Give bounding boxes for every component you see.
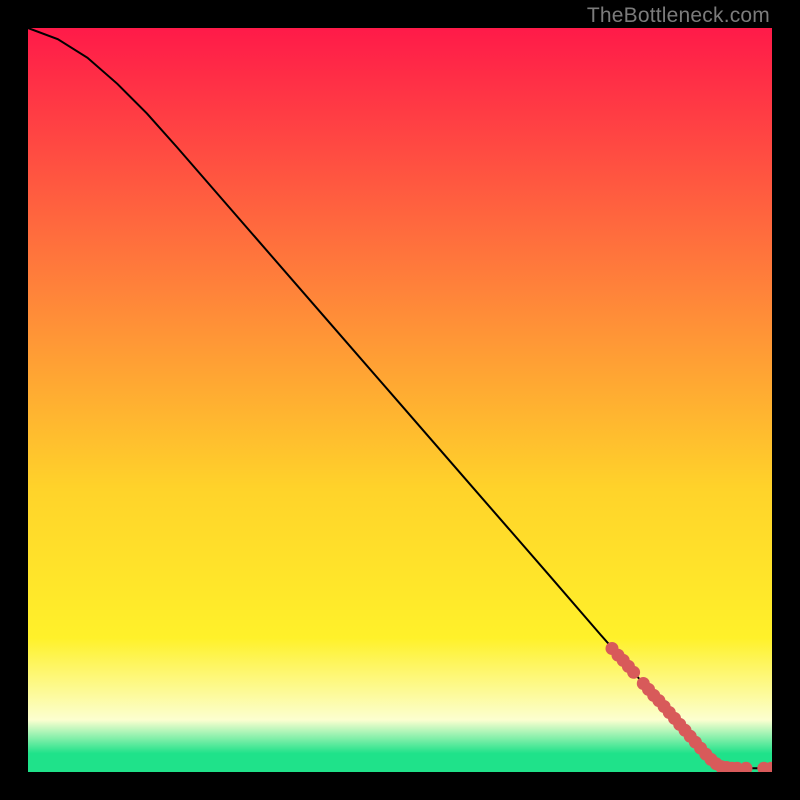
watermark-text: TheBottleneck.com [587,4,770,28]
chart-frame [28,28,772,772]
data-marker [627,666,640,679]
chart-svg [28,28,772,772]
chart-background [28,28,772,772]
